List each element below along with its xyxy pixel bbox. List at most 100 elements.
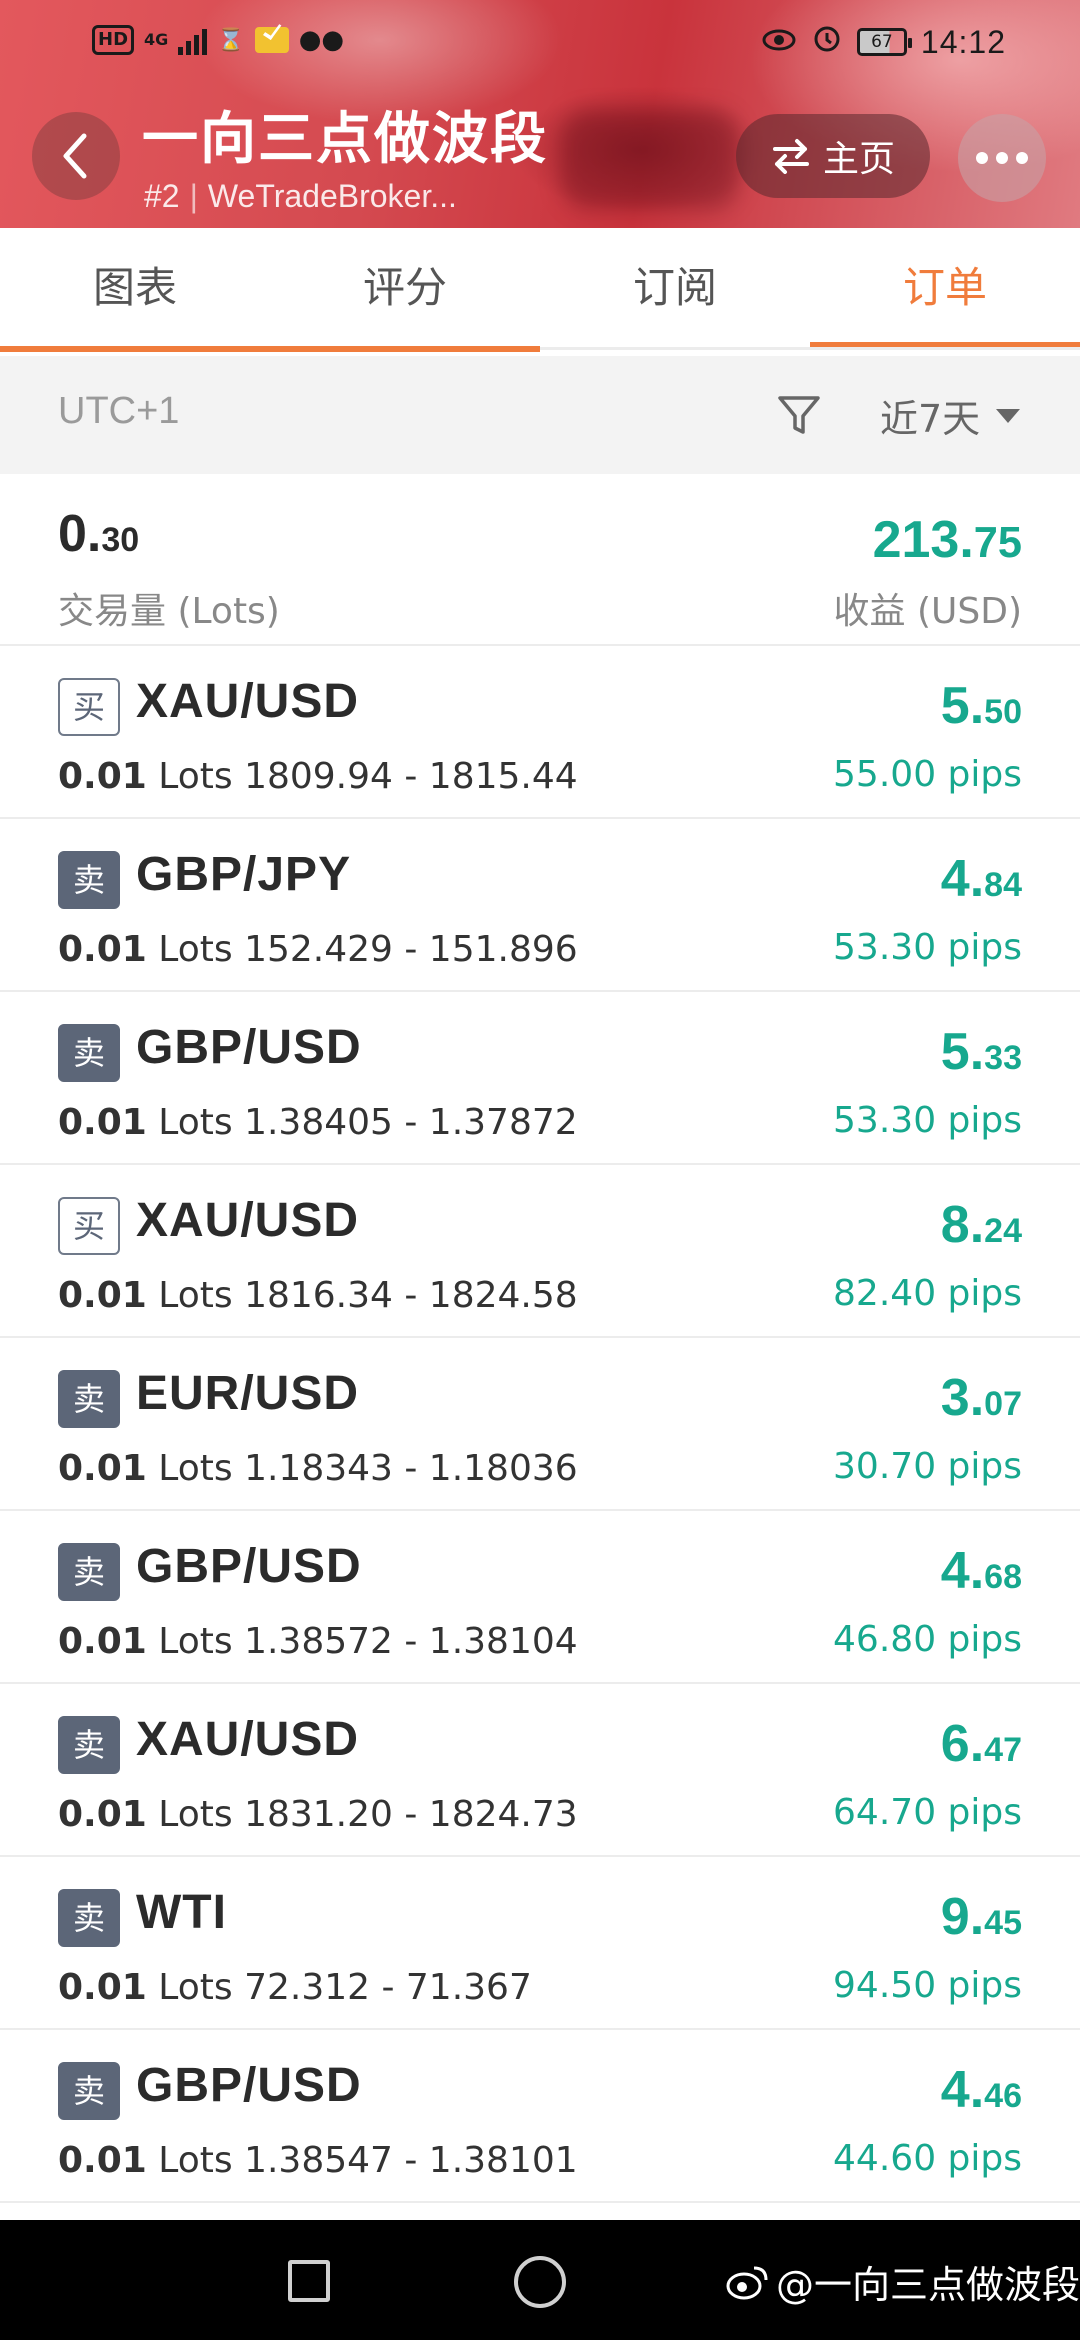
total-profit-label: 收益 (USD): [833, 591, 1022, 632]
signal-icon: [178, 25, 208, 55]
order-row[interactable]: 买 XAU/USD 0.01 Lots 1809.94 - 1815.44 5.…: [0, 646, 1080, 819]
order-pips: 82.40 pips: [833, 1273, 1022, 1314]
order-detail: 0.01 Lots 1.18343 - 1.18036: [58, 1448, 578, 1489]
back-button[interactable]: [32, 112, 120, 200]
order-symbol: GBP/USD: [136, 2059, 362, 2112]
home-button-label: 主页: [822, 139, 895, 180]
side-badge: 卖: [58, 2062, 120, 2120]
battery-icon: 67: [856, 28, 912, 56]
more-dot-icon: [976, 152, 988, 164]
order-pips: 53.30 pips: [833, 927, 1022, 968]
total-profit-value: 213.75: [872, 511, 1022, 569]
side-badge: 卖: [58, 1024, 120, 1082]
order-symbol: GBP/USD: [136, 1540, 362, 1593]
watermark-text: @一向三点做波段: [776, 2263, 1080, 2307]
order-pips: 64.70 pips: [833, 1792, 1022, 1833]
recent-apps-button[interactable]: [288, 2260, 330, 2302]
timezone-label: UTC+1: [58, 390, 180, 432]
hd-icon: HD: [92, 25, 135, 55]
order-row[interactable]: 卖 GBP/USD 0.01 Lots 1.38405 - 1.37872 5.…: [0, 992, 1080, 1165]
order-detail: 0.01 Lots 1.38405 - 1.37872: [58, 1102, 578, 1143]
tab-subscribe[interactable]: 订阅: [540, 228, 810, 356]
side-badge: 卖: [58, 1370, 120, 1428]
alarm-icon: [811, 22, 843, 62]
total-lots-value: 0.30: [58, 505, 140, 563]
chevron-left-icon: [63, 133, 87, 179]
signal-subtitle: #2 | WeTradeBroker...: [144, 178, 457, 215]
order-pips: 55.00 pips: [833, 754, 1022, 795]
order-profit: 4.84: [940, 850, 1022, 908]
page-title: 一向三点做波段: [142, 107, 548, 172]
order-profit: 8.24: [940, 1196, 1022, 1254]
more-dot-icon: [1016, 152, 1028, 164]
side-badge: 卖: [58, 1889, 120, 1947]
home-button[interactable]: 主页: [736, 114, 930, 198]
network-type-icon: 4G: [144, 30, 169, 49]
header: HD 4G ⌛ ●● 67 14:12 一向三点做波段 #2 | WeTradeBr…: [0, 0, 1080, 228]
order-row[interactable]: 卖 GBP/USD 0.01 Lots 1.38572 - 1.38104 4.…: [0, 1511, 1080, 1684]
rank-label: #2: [144, 178, 180, 214]
swap-arrows-icon: [772, 139, 809, 174]
order-detail: 0.01 Lots 1.38547 - 1.38101: [58, 2140, 578, 2181]
order-row[interactable]: 卖 GBP/USD 0.01 Lots 1.38547 - 1.38101 4.…: [0, 2030, 1080, 2203]
more-dot-icon: [996, 152, 1008, 164]
filter-bar: UTC+1 近7天: [0, 356, 1080, 474]
order-pips: 94.50 pips: [833, 1965, 1022, 2006]
side-badge: 卖: [58, 1716, 120, 1774]
side-badge: 买: [58, 678, 120, 736]
weibo-logo-icon: [726, 2266, 768, 2299]
order-profit: 6.47: [940, 1715, 1022, 1773]
order-row[interactable]: 卖 GBP/JPY 0.01 Lots 152.429 - 151.896 4.…: [0, 819, 1080, 992]
order-symbol: EUR/USD: [136, 1367, 360, 1420]
tab-rating[interactable]: 评分: [270, 228, 540, 356]
order-symbol: XAU/USD: [136, 675, 360, 728]
order-row[interactable]: 卖 EUR/USD 0.01 Lots 1.18343 - 1.18036 3.…: [0, 1338, 1080, 1511]
hourglass-icon: ⌛: [217, 27, 245, 53]
order-detail: 0.01 Lots 1809.94 - 1815.44: [58, 756, 578, 797]
eye-icon: [761, 23, 797, 61]
status-left: HD 4G ⌛ ●●: [92, 22, 344, 58]
wechat-icon: ●●: [298, 25, 345, 55]
order-symbol: XAU/USD: [136, 1713, 360, 1766]
side-badge: 买: [58, 1197, 120, 1255]
broker-label: WeTradeBroker...: [207, 178, 457, 214]
tab-chart[interactable]: 图表: [0, 228, 270, 356]
order-detail: 0.01 Lots 152.429 - 151.896: [58, 929, 578, 970]
order-row[interactable]: 卖 XAU/USD 0.01 Lots 1831.20 - 1824.73 6.…: [0, 1684, 1080, 1857]
period-dropdown[interactable]: 近7天: [880, 388, 1021, 443]
order-list: 买 XAU/USD 0.01 Lots 1809.94 - 1815.44 5.…: [0, 646, 1080, 2203]
mail-notification-icon: [254, 27, 289, 53]
order-symbol: GBP/JPY: [136, 848, 352, 901]
order-profit: 3.07: [940, 1369, 1022, 1427]
order-profit: 5.33: [940, 1023, 1022, 1081]
more-options-button[interactable]: [958, 114, 1046, 202]
order-symbol: XAU/USD: [136, 1194, 360, 1247]
tab-scroll-indicator: [0, 346, 540, 352]
order-detail: 0.01 Lots 1831.20 - 1824.73: [58, 1794, 578, 1835]
order-detail: 0.01 Lots 1816.34 - 1824.58: [58, 1275, 578, 1316]
weibo-watermark: @一向三点做波段: [726, 2254, 1080, 2309]
clock-time: 14:12: [920, 23, 1006, 60]
total-lots-label: 交易量 (Lots): [58, 591, 280, 632]
side-badge: 卖: [58, 851, 120, 909]
tab-bar: 图表 评分 订阅 订单: [0, 228, 1080, 356]
order-pips: 30.70 pips: [833, 1446, 1022, 1487]
order-profit: 4.46: [940, 2061, 1022, 2119]
system-navigation-bar: @一向三点做波段: [0, 2220, 1080, 2340]
home-nav-button[interactable]: [514, 2256, 566, 2308]
summary-panel: 0.30 交易量 (Lots) 213.75 收益 (USD): [0, 474, 1080, 646]
period-label: 近7天: [880, 397, 981, 441]
order-pips: 46.80 pips: [833, 1619, 1022, 1660]
header-background-shade: [560, 110, 740, 210]
status-right: 67 14:12: [761, 22, 1006, 62]
order-pips: 53.30 pips: [833, 1100, 1022, 1141]
side-badge: 卖: [58, 1543, 120, 1601]
status-bar: HD 4G ⌛ ●● 67 14:12: [0, 0, 1080, 84]
order-profit: 9.45: [940, 1888, 1022, 1946]
filter-icon[interactable]: [776, 392, 822, 438]
order-pips: 44.60 pips: [833, 2138, 1022, 2179]
order-detail: 0.01 Lots 72.312 - 71.367: [58, 1967, 532, 2008]
tab-orders[interactable]: 订单: [810, 228, 1080, 356]
order-row[interactable]: 买 XAU/USD 0.01 Lots 1816.34 - 1824.58 8.…: [0, 1165, 1080, 1338]
order-row[interactable]: 卖 WTI 0.01 Lots 72.312 - 71.367 9.45 94.…: [0, 1857, 1080, 2030]
